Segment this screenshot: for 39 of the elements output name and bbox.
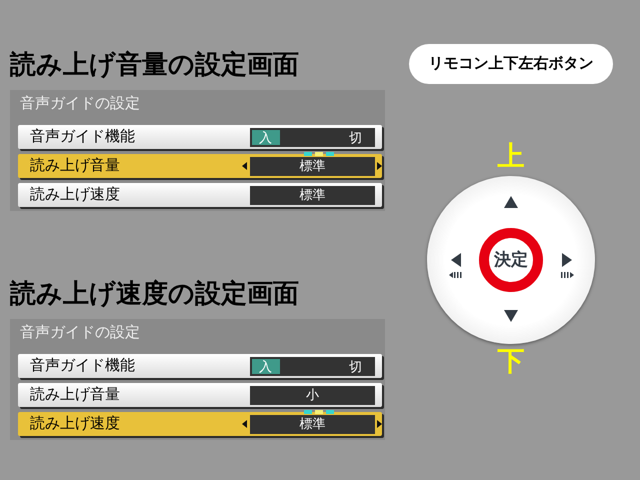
setting-label: 音声ガイド機能	[29, 126, 136, 147]
down-label: 下	[498, 346, 524, 376]
right-arrow-icon	[377, 420, 382, 428]
setting-label: 読み上げ音量	[29, 384, 121, 405]
panel-header: 音声ガイドの設定	[19, 94, 141, 114]
section-title: 読み上げ速度の設定画面	[10, 277, 300, 310]
rewind-arrow-icon	[449, 253, 463, 279]
toggle-field[interactable]: 入 切	[250, 128, 375, 146]
toggle-field[interactable]: 入 切	[250, 356, 375, 376]
up-arrow-icon	[504, 196, 518, 208]
setting-row[interactable]: 読み上げ音量 標準	[18, 154, 382, 178]
setting-label: 読み上げ速度	[29, 414, 121, 434]
setting-label: 読み上げ速度	[29, 184, 121, 205]
dpad-button[interactable]: 決定	[427, 176, 595, 344]
value-field[interactable]: 標準	[250, 156, 375, 176]
level-indicator-icon	[304, 152, 334, 156]
up-label: 上	[498, 142, 524, 170]
setting-row[interactable]: 読み上げ速度 標準	[18, 412, 382, 436]
section-title: 読み上げ音量の設定画面	[10, 48, 300, 81]
left-arrow-icon	[242, 162, 247, 170]
setting-row[interactable]: 音声ガイド機能 入 切	[18, 125, 382, 149]
toggle-option[interactable]: 切	[342, 130, 369, 144]
right-arrow-icon	[377, 162, 382, 170]
setting-label: 音声ガイド機能	[29, 356, 136, 376]
panel-header: 音声ガイドの設定	[19, 323, 141, 343]
value-field[interactable]: 標準	[250, 414, 375, 434]
level-indicator-icon	[304, 410, 334, 414]
down-arrow-icon	[504, 310, 518, 322]
left-arrow-icon	[242, 420, 247, 428]
value-field[interactable]: 標準	[250, 186, 375, 204]
toggle-option[interactable]: 切	[342, 358, 369, 374]
forward-arrow-icon	[560, 253, 574, 279]
setting-row[interactable]: 読み上げ速度 標準	[18, 183, 382, 207]
setting-label: 読み上げ音量	[29, 156, 121, 176]
value-field[interactable]: 小	[250, 386, 375, 404]
setting-row[interactable]: 読み上げ音量 小	[18, 383, 382, 407]
caption-label: リモコン上下左右ボタン	[409, 44, 613, 84]
setting-row[interactable]: 音声ガイド機能 入 切	[18, 354, 382, 378]
enter-button[interactable]: 決定	[479, 228, 543, 292]
